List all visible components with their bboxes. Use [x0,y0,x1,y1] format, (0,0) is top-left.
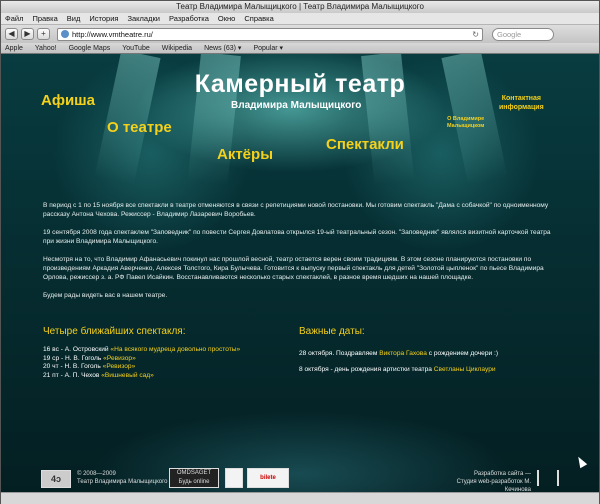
list-item: 8 октября - день рождения артистки театр… [299,362,498,378]
bookmark-youtube[interactable]: YouTube [122,43,150,53]
menu-file[interactable]: Файл [5,13,23,24]
show-link[interactable]: «На всякого мудреца довольно простоты» [110,346,240,353]
tickets-logo[interactable]: bilete [247,468,289,488]
show-link[interactable]: «Вишневый сад» [101,372,154,379]
menu-help[interactable]: Справка [244,13,273,24]
list-item-text: 28 октября. Поздравляем [299,350,380,357]
news-paragraph: 19 сентября 2008 года спектаклем "Запове… [43,228,551,246]
bookmarks-bar: Apple Yahoo! Google Maps YouTube Wikiped… [1,43,599,54]
developer-credit-line-2[interactable]: Студия web-разработок М. Кечинова [431,478,531,492]
dates-list: 28 октября. Поздравляем Виктора Гахова с… [299,346,498,378]
news-text: В период с 1 по 15 ноября все спектакли … [43,201,563,308]
upcoming-title: Четыре ближайших спектакля: [43,326,186,337]
menu-history[interactable]: История [89,13,118,24]
partner-logo-art[interactable] [225,468,243,488]
list-item: 28 октября. Поздравляем Виктора Гахова с… [299,346,498,362]
nav-afisha[interactable]: Афиша [41,92,95,109]
partner-logo-name: OMDSAGET [176,470,212,476]
bookmark-popular[interactable]: Popular ▾ [253,43,283,53]
news-paragraph: В период с 1 по 15 ноября все спектакли … [43,202,549,219]
bookmark-yahoo[interactable]: Yahoo! [35,43,57,53]
menu-edit[interactable]: Правка [32,13,57,24]
copyright-years: © 2008—2009 [77,471,116,477]
partner-logo[interactable]: OMDSAGET Будь online [169,468,219,488]
status-bar [1,492,599,504]
nav-contacts-line-1: Контактная [501,95,541,102]
list-item-text: 21 пт - А. П. Чехов [43,371,102,379]
list-item-text: 8 октября - день рождения артистки театр… [299,366,434,373]
bookmark-apple[interactable]: Apple [5,43,23,53]
list-item: 19 ср - Н. В. Гоголь «Ревизор» [43,355,240,364]
list-item-text: с рождением дочери :) [426,350,499,357]
menu-bookmarks[interactable]: Закладки [127,13,159,24]
toolbar: ◀ ▶ + http://www.vmtheatre.ru/ ↻ Google [1,25,599,43]
address-bar[interactable]: http://www.vmtheatre.ru/ ↻ [57,27,483,41]
nav-about-malyshitsky-line-1: О Владимире [447,116,485,122]
developer-logo [537,470,559,486]
window-title: Театр Владимира Малыщицкого | Театр Влад… [1,1,599,13]
person-link[interactable]: Светланы Циклаури [434,366,496,373]
menu-window[interactable]: Окно [218,13,235,24]
footer: 4ↄ © 2008—2009 Театр Владимира Малыщицко… [1,464,599,492]
favicon-icon [61,30,69,38]
theatre-logo: 4ↄ [41,470,71,488]
list-item: 20 чт - Н. В. Гоголь «Ревизор» [43,363,240,372]
news-paragraph: Несмотря на то, что Владимир Афанасьевич… [43,255,544,282]
person-link[interactable]: Виктора Гахова [379,350,427,357]
upcoming-list: 16 вс - А. Островский «На всякого мудрец… [43,346,240,380]
page-content: Камерный театр Владимира Малыщицкого Афи… [1,54,599,492]
dates-title: Важные даты: [299,326,365,337]
nav-about-malyshitsky[interactable]: О Владимире Малыщицком [447,116,484,130]
developer-credit-line-1: Разработка сайта — [473,471,531,477]
show-link[interactable]: «Ревизор» [103,355,136,362]
nav-shows[interactable]: Спектакли [326,136,404,153]
nav-contacts-line-2: информация [499,104,544,111]
copyright-owner: Театр Владимира Малыщицкого [77,479,168,485]
list-item: 16 вс - А. Островский «На всякого мудрец… [43,346,240,355]
nav-about-malyshitsky-line-2: Малыщицком [447,123,485,129]
show-link[interactable]: «Ревизор» [103,363,136,370]
add-bookmark-button[interactable]: + [37,28,50,40]
news-paragraph: Будем рады видеть вас в нашем театре. [43,291,168,299]
list-item-text: 20 чт - Н. В. Гоголь [43,363,103,371]
forward-button[interactable]: ▶ [21,28,34,40]
nav-contacts[interactable]: Контактная информация [499,94,544,112]
nav-about[interactable]: О театре [107,119,172,136]
menu-view[interactable]: Вид [67,13,81,24]
copyright: © 2008—2009 Театр Владимира Малыщицкого [77,470,168,486]
url-text: http://www.vmtheatre.ru/ [72,29,153,39]
bookmark-google-maps[interactable]: Google Maps [69,43,111,53]
partner-logo-tagline: Будь online [178,479,210,485]
list-item: 21 пт - А. П. Чехов «Вишневый сад» [43,372,240,381]
menu-develop[interactable]: Разработка [169,13,209,24]
bookmark-news[interactable]: News (63) ▾ [204,43,241,53]
bookmark-wikipedia[interactable]: Wikipedia [162,43,192,53]
back-button[interactable]: ◀ [5,28,18,40]
page-subtitle: Владимира Малыщицкого [231,100,362,111]
menu-bar: Файл Правка Вид История Закладки Разрабо… [1,13,599,25]
reload-icon[interactable]: ↻ [472,29,479,40]
list-item-text: 19 ср - Н. В. Гоголь [43,354,104,362]
nav-actors[interactable]: Актёры [217,146,273,163]
list-item-text: 16 вс - А. Островский [43,346,111,353]
search-input[interactable]: Google [492,27,554,41]
browser-window: Театр Владимира Малыщицкого | Театр Влад… [0,0,600,504]
developer-credit: Разработка сайта — Студия web-разработок… [431,470,531,492]
